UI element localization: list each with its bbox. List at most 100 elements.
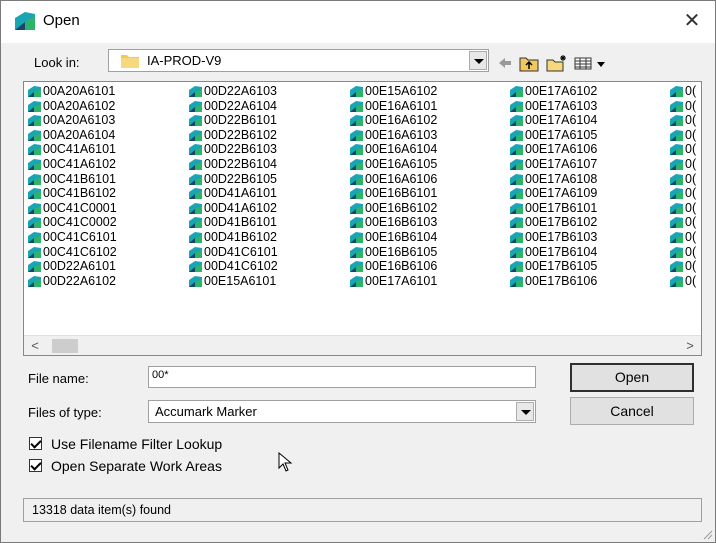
file-list-item[interactable]: 00C41C6102 [26,245,117,260]
file-list-item[interactable]: 00E17B6101 [508,201,597,216]
file-list-item[interactable]: 00E16B6101 [348,186,437,201]
file-list-item-label: 00E17A6104 [525,113,598,128]
file-list-item[interactable]: 00D22B6104 [187,157,278,172]
file-list-item[interactable]: 00D41B6101 [187,215,278,230]
files-of-type-select[interactable]: Accumark Marker [148,400,536,423]
up-folder-icon[interactable] [519,54,539,72]
file-list-item[interactable]: 00E17A6104 [508,113,597,128]
file-list-item[interactable]: 00A20A6104 [26,128,117,143]
file-list-item[interactable]: 0( [668,201,696,216]
file-list-item[interactable]: 00E16A6102 [348,113,437,128]
file-list-item[interactable]: 00E16B6102 [348,201,437,216]
look-in-select[interactable]: IA-PROD-V9 [108,49,489,72]
file-list[interactable]: 00A20A6101 00A20A6102 00A20A6103 00A20A6104… [23,81,702,356]
file-list-item-label: 0( [685,215,697,230]
use-filter-label: Use Filename Filter Lookup [51,436,223,452]
file-list-item[interactable]: 00E17A6107 [508,157,597,172]
file-list-item[interactable]: 00D22A6102 [26,274,117,289]
file-list-item[interactable]: 00D41A6101 [187,186,278,201]
file-list-item[interactable]: 00E15A6101 [187,274,278,289]
file-list-item-label: 00E17A6107 [525,156,598,171]
file-list-item[interactable]: 00E15A6102 [348,84,437,99]
file-list-item[interactable]: 00E16A6104 [348,142,437,157]
scroll-thumb[interactable] [52,339,78,353]
file-list-item[interactable]: 00A20A6101 [26,84,117,99]
file-list-item[interactable]: 00E16A6101 [348,99,437,114]
file-list-item-label: 00E16A6101 [365,98,438,113]
file-list-item[interactable]: 00D22A6101 [26,259,117,274]
file-list-item[interactable]: 00E16A6103 [348,128,437,143]
file-list-item[interactable]: 0( [668,113,696,128]
file-list-item[interactable]: 00E17A6105 [508,128,597,143]
file-list-item[interactable]: 0( [668,172,696,187]
file-list-item[interactable]: 0( [668,245,696,260]
file-list-item[interactable]: 00E17A6108 [508,172,597,187]
file-list-item[interactable]: 00C41C0002 [26,215,117,230]
file-list-item[interactable]: 00C41A6102 [26,157,117,172]
file-list-item[interactable]: 00E17A6101 [348,274,437,289]
file-list-item[interactable]: 00C41C6101 [26,230,117,245]
file-list-item-label: 00D41B6102 [204,229,277,244]
file-list-item[interactable]: 00D41A6102 [187,201,278,216]
file-list-item[interactable]: 00D41B6102 [187,230,278,245]
file-list-item[interactable]: 00D22B6101 [187,113,278,128]
file-list-item[interactable]: 00A20A6103 [26,113,117,128]
file-list-item[interactable]: 00C41A6101 [26,142,117,157]
file-list-item[interactable]: 00D41C6101 [187,245,278,260]
file-list-item[interactable]: 0( [668,84,696,99]
horizontal-scrollbar[interactable]: < > [24,335,701,355]
title-bar[interactable]: Open ✕ [1,1,715,43]
file-list-item[interactable]: 00D41C6102 [187,259,278,274]
file-list-item[interactable]: 0( [668,186,696,201]
file-list-item[interactable]: 00E17A6102 [508,84,597,99]
file-list-item[interactable]: 00E17B6104 [508,245,597,260]
file-list-item[interactable]: 00E17A6103 [508,99,597,114]
file-list-item[interactable]: 00E16A6105 [348,157,437,172]
file-list-item[interactable]: 0( [668,142,696,157]
files-of-type-dropdown-button[interactable] [516,402,534,421]
file-list-item[interactable]: 00A20A6102 [26,99,117,114]
marker-file-icon [510,202,523,214]
file-list-item[interactable]: 00E16B6105 [348,245,437,260]
file-list-item[interactable]: 0( [668,274,696,289]
look-in-dropdown-button[interactable] [469,51,487,70]
file-name-input[interactable]: 00* [148,366,536,388]
file-list-item[interactable]: 00C41B6102 [26,186,117,201]
separate-work-areas-checkbox[interactable] [29,459,42,472]
file-list-item[interactable]: 00D22B6103 [187,142,278,157]
back-arrow-icon[interactable] [497,54,513,72]
open-button[interactable]: Open [570,363,694,392]
file-list-item[interactable]: 00E16B6103 [348,215,437,230]
marker-file-icon [189,158,202,170]
close-button[interactable]: ✕ [669,1,715,43]
scroll-right-arrow-icon[interactable]: > [683,338,697,354]
file-list-item[interactable]: 0( [668,128,696,143]
file-list-item[interactable]: 0( [668,215,696,230]
file-list-item-label: 0( [685,200,697,215]
file-list-item[interactable]: 00E17B6103 [508,230,597,245]
file-list-item[interactable]: 0( [668,99,696,114]
file-list-item[interactable]: 00E17B6105 [508,259,597,274]
file-list-item[interactable]: 00D22A6104 [187,99,278,114]
scroll-left-arrow-icon[interactable]: < [28,338,42,354]
file-list-item[interactable]: 00E17A6109 [508,186,597,201]
file-list-item[interactable]: 00C41B6101 [26,172,117,187]
file-list-item[interactable]: 00E17B6106 [508,274,597,289]
file-list-item[interactable]: 00C41C0001 [26,201,117,216]
file-list-item[interactable]: 00E17B6102 [508,215,597,230]
file-list-item[interactable]: 0( [668,259,696,274]
view-menu-icon[interactable] [574,54,608,72]
file-list-item[interactable]: 00E16B6104 [348,230,437,245]
file-list-item[interactable]: 00D22A6103 [187,84,278,99]
file-list-item[interactable]: 00D22B6102 [187,128,278,143]
file-list-item[interactable]: 00E16A6106 [348,172,437,187]
file-list-item[interactable]: 0( [668,157,696,172]
resize-grip-icon[interactable] [701,528,713,540]
file-list-item[interactable]: 00D22B6105 [187,172,278,187]
new-folder-icon[interactable] [546,54,568,72]
cancel-button[interactable]: Cancel [570,397,694,425]
use-filter-checkbox[interactable] [29,437,42,450]
file-list-item[interactable]: 0( [668,230,696,245]
file-list-item[interactable]: 00E16B6106 [348,259,437,274]
file-list-item[interactable]: 00E17A6106 [508,142,597,157]
